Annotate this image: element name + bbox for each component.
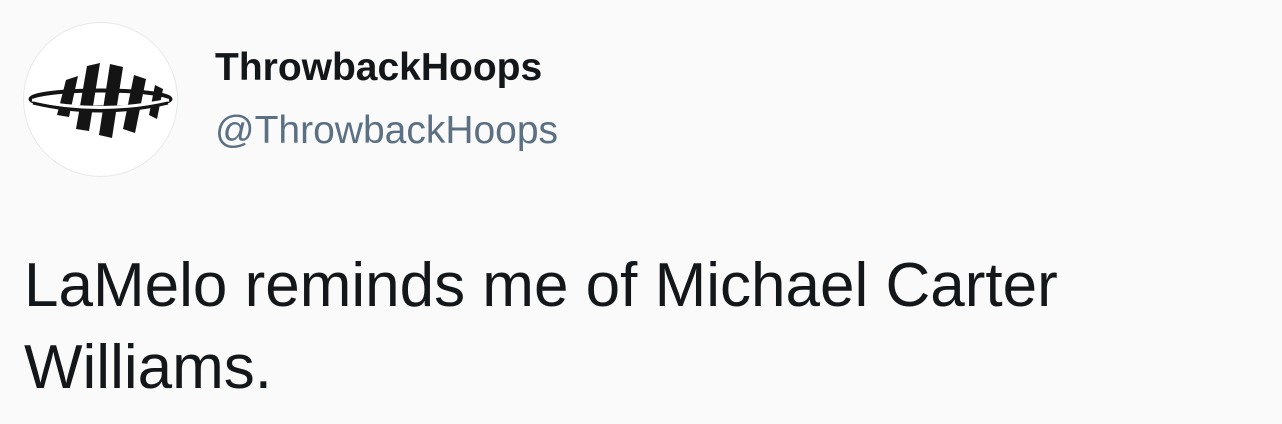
avatar[interactable] <box>24 23 177 176</box>
tweet-text: LaMelo reminds me of Michael Carter Will… <box>24 251 1058 402</box>
basketball-stripes-logo-icon <box>28 63 173 138</box>
author-display-name[interactable]: ThrowbackHoops <box>215 40 542 96</box>
author-handle[interactable]: @ThrowbackHoops <box>215 103 558 159</box>
tweet-card: ThrowbackHoops @ThrowbackHoops LaMelo re… <box>0 0 1282 424</box>
